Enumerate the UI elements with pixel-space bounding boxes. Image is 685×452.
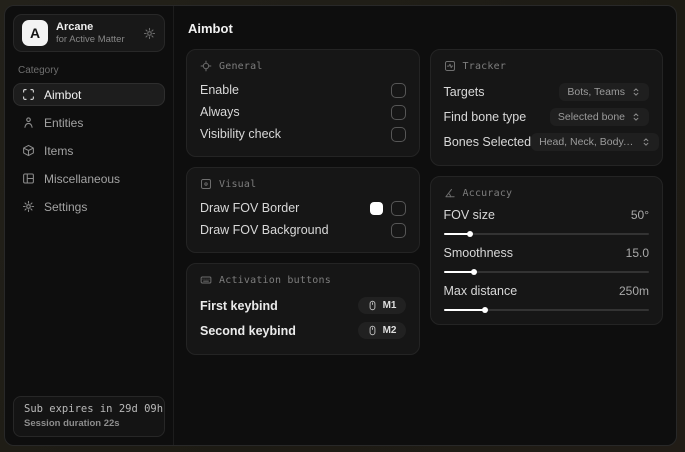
sub-expires-text: Sub expires in 29d 09h xyxy=(24,403,164,415)
slider-group-smoothness: Smoothness 15.0 xyxy=(443,244,649,273)
sidebar-item-items[interactable]: Items xyxy=(13,139,165,162)
sidebar-item-settings[interactable]: Settings xyxy=(13,195,165,218)
panel-title: Visual xyxy=(219,178,257,190)
panel-tracker: Tracker Targets Bots, Teams Find bone ty… xyxy=(429,49,663,166)
sidebar-item-label: Entities xyxy=(44,115,84,130)
chevrons-up-down-icon xyxy=(631,112,641,122)
sidebar-item-label: Items xyxy=(44,143,74,158)
crosshair-scan-icon xyxy=(22,88,35,101)
setting-row-always: Always xyxy=(200,101,406,123)
second-keybind-button[interactable]: M2 xyxy=(357,322,406,339)
smoothness-slider[interactable] xyxy=(443,271,649,273)
main-content: Aimbot General Enable Always Visibility … xyxy=(174,6,676,445)
slider-fill[interactable] xyxy=(443,233,471,235)
gear-icon xyxy=(22,200,35,213)
box-icon xyxy=(22,144,35,157)
keybind-value: M2 xyxy=(382,325,397,336)
app-window: A Arcane for Active Matter Category Aimb… xyxy=(4,5,677,446)
setting-row-enable: Enable xyxy=(200,79,406,101)
chevrons-up-down-icon xyxy=(641,137,651,147)
slider-fill[interactable] xyxy=(443,271,475,273)
always-checkbox[interactable] xyxy=(390,104,406,120)
sidebar-item-entities[interactable]: Entities xyxy=(13,111,165,134)
sidebar-item-miscellaneous[interactable]: Miscellaneous xyxy=(13,167,165,190)
sidebar-item-label: Miscellaneous xyxy=(44,171,121,186)
keyboard-icon xyxy=(200,274,212,286)
dropdown-value: Bots, Teams xyxy=(567,85,625,98)
setting-row-second-keybind: Second keybind M2 xyxy=(200,318,406,343)
mouse-icon xyxy=(367,325,378,336)
panel-visual: Visual Draw FOV Border Draw FOV Backgrou… xyxy=(186,167,420,253)
fov-border-checkbox[interactable] xyxy=(390,200,406,216)
dropdown-value: Head, Neck, Body, Pe... xyxy=(539,135,636,148)
setting-row-visibility-check: Visibility check xyxy=(200,123,406,145)
left-column: General Enable Always Visibility check V… xyxy=(186,49,420,355)
panel-title: Tracker xyxy=(462,60,507,72)
angle-icon xyxy=(444,187,456,199)
panel-title: Activation buttons xyxy=(219,274,331,286)
enable-checkbox[interactable] xyxy=(390,82,406,98)
chevrons-up-down-icon xyxy=(631,87,641,97)
setting-row-first-keybind: First keybind M1 xyxy=(200,293,406,318)
smoothness-value: 15.0 xyxy=(625,246,649,260)
slider-group-max-distance: Max distance 250m xyxy=(443,282,649,311)
sidebar: A Arcane for Active Matter Category Aimb… xyxy=(5,6,174,445)
sidebar-item-aimbot[interactable]: Aimbot xyxy=(13,83,165,106)
fov-size-slider[interactable] xyxy=(443,233,649,235)
sidebar-item-label: Settings xyxy=(44,199,88,214)
fov-background-checkbox[interactable] xyxy=(390,222,406,238)
first-keybind-button[interactable]: M1 xyxy=(357,297,406,314)
page-title: Aimbot xyxy=(188,21,233,36)
mouse-icon xyxy=(367,300,378,311)
layout-icon xyxy=(22,172,35,185)
setting-row-fov-border: Draw FOV Border xyxy=(200,197,406,219)
fov-size-value: 50° xyxy=(630,208,649,222)
brand-name: Arcane xyxy=(56,20,94,33)
panel-accuracy: Accuracy FOV size 50° Smoothness 15.0 Ma… xyxy=(429,176,663,325)
keybind-value: M1 xyxy=(382,300,397,311)
right-column: Tracker Targets Bots, Teams Find bone ty… xyxy=(429,49,663,325)
category-label: Category xyxy=(18,65,59,76)
brand-logo: A xyxy=(22,20,48,46)
dropdown-value: Selected bone xyxy=(557,110,625,123)
subscription-card: Sub expires in 29d 09h Session duration … xyxy=(13,396,165,437)
panel-title: Accuracy xyxy=(462,187,513,199)
targets-dropdown[interactable]: Bots, Teams xyxy=(559,82,649,101)
setting-row-bones-selected: Bones Selected Head, Neck, Body, Pe... xyxy=(444,129,660,154)
gear-icon[interactable] xyxy=(143,27,156,40)
person-icon xyxy=(22,116,35,129)
brand-card: A Arcane for Active Matter xyxy=(13,14,165,52)
visual-icon xyxy=(200,178,212,190)
panel-general: General Enable Always Visibility check xyxy=(186,49,420,157)
brand-subtitle: for Active Matter xyxy=(56,33,125,45)
session-duration-text: Session duration 22s xyxy=(24,418,120,429)
max-distance-slider[interactable] xyxy=(443,309,649,311)
visibility-check-checkbox[interactable] xyxy=(390,126,406,142)
bones-selected-dropdown[interactable]: Head, Neck, Body, Pe... xyxy=(531,132,660,151)
max-distance-value: 250m xyxy=(618,284,649,298)
slider-fill[interactable] xyxy=(443,309,485,311)
slider-group-fov-size: FOV size 50° xyxy=(443,206,649,235)
panel-title: General xyxy=(219,60,263,72)
setting-row-targets: Targets Bots, Teams xyxy=(444,79,649,104)
setting-row-fov-background: Draw FOV Background xyxy=(200,219,406,241)
find-bone-type-dropdown[interactable]: Selected bone xyxy=(549,107,649,126)
fov-border-color-swatch[interactable] xyxy=(369,201,383,215)
sidebar-nav: Aimbot Entities Items Miscellaneous Sett… xyxy=(13,83,165,218)
setting-row-find-bone-type: Find bone type Selected bone xyxy=(444,104,649,129)
crosshair-icon xyxy=(200,60,212,72)
sidebar-item-label: Aimbot xyxy=(44,87,82,102)
panel-activation-buttons: Activation buttons First keybind M1 Seco… xyxy=(186,263,420,355)
tracker-icon xyxy=(444,60,456,72)
